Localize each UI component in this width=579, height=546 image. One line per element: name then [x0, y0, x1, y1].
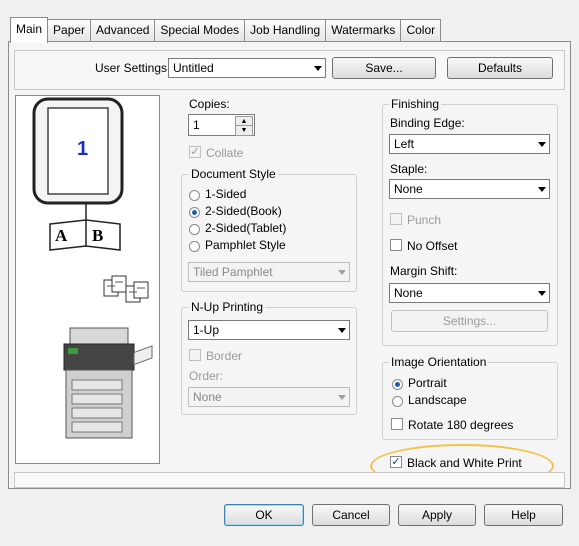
order-label: Order: — [189, 369, 224, 383]
margin-shift-label: Margin Shift: — [390, 264, 458, 278]
copies-value: 1 — [193, 118, 200, 132]
tab-main[interactable]: Main — [10, 17, 49, 43]
collate-checkbox[interactable]: ✓ — [189, 146, 201, 158]
binding-edge-label: Binding Edge: — [390, 116, 465, 130]
finishing-settings-button[interactable]: Settings... — [391, 310, 548, 332]
bw-print-label: Black and White Print — [407, 456, 522, 470]
binding-edge-value: Left — [394, 137, 415, 151]
radio-2-sided-tablet[interactable] — [189, 224, 200, 235]
finishing-label: Finishing — [389, 97, 442, 111]
radio-1-sided[interactable] — [189, 190, 200, 201]
cancel-button[interactable]: Cancel — [312, 504, 390, 526]
tab-advanced[interactable]: Advanced — [90, 19, 156, 41]
chevron-down-icon — [538, 142, 546, 147]
bw-print-checkbox[interactable]: ✓ — [390, 456, 402, 468]
margin-shift-select[interactable]: None — [389, 283, 550, 303]
chevron-down-icon — [314, 66, 322, 71]
order-select[interactable]: None — [188, 387, 350, 407]
nup-select[interactable]: 1-Up — [188, 320, 350, 340]
order-value: None — [193, 390, 222, 404]
print-preview-pane: 1 A B — [15, 95, 160, 464]
save-button[interactable]: Save... — [332, 57, 436, 79]
user-settings-select[interactable]: Untitled — [168, 58, 326, 78]
apply-button[interactable]: Apply — [398, 504, 476, 526]
document-style-label: Document Style — [189, 167, 278, 181]
tab-strip: Main Paper Advanced Special Modes Job Ha… — [10, 17, 442, 43]
ok-button[interactable]: OK — [224, 504, 304, 526]
landscape-label: Landscape — [408, 393, 467, 407]
nup-printing-label: N-Up Printing — [189, 300, 266, 314]
collate-label: Collate — [206, 146, 244, 160]
radio-1-sided-label: 1-Sided — [205, 187, 247, 201]
spin-down-icon[interactable]: ▼ — [235, 125, 253, 136]
tab-job-handling[interactable]: Job Handling — [244, 19, 327, 41]
preview-page-number: 1 — [77, 138, 89, 160]
portrait-label: Portrait — [408, 376, 447, 390]
radio-pamphlet-style-label: Pamphlet Style — [205, 238, 286, 252]
punch-label: Punch — [407, 213, 442, 227]
radio-2-sided-book-label: 2-Sided(Book) — [205, 204, 282, 218]
chevron-down-icon — [338, 328, 346, 333]
no-offset-checkbox[interactable] — [390, 239, 402, 251]
user-settings-value: Untitled — [173, 61, 214, 75]
border-checkbox[interactable] — [189, 349, 201, 361]
pamphlet-style-value: Tiled Pamphlet — [193, 265, 273, 279]
chevron-down-icon — [538, 187, 546, 192]
defaults-button[interactable]: Defaults — [447, 57, 553, 79]
radio-portrait[interactable] — [392, 379, 403, 390]
staple-select[interactable]: None — [389, 179, 550, 199]
tab-color[interactable]: Color — [400, 19, 442, 41]
staple-label: Staple: — [390, 162, 428, 176]
rotate-180-label: Rotate 180 degrees — [408, 418, 514, 432]
radio-2-sided-book[interactable] — [189, 207, 200, 218]
margin-shift-value: None — [394, 286, 423, 300]
radio-landscape[interactable] — [392, 396, 403, 407]
radio-2-sided-tablet-label: 2-Sided(Tablet) — [205, 221, 287, 235]
punch-checkbox[interactable] — [390, 213, 402, 225]
printer-icon — [63, 327, 153, 439]
rotate-180-checkbox[interactable] — [391, 418, 403, 430]
user-settings-label: User Settings: — [95, 61, 171, 75]
tab-special-modes[interactable]: Special Modes — [154, 19, 246, 41]
copies-spinbox[interactable]: 1 ▲ ▼ — [188, 114, 255, 136]
radio-pamphlet-style[interactable] — [189, 241, 200, 252]
book-left-letter: A — [55, 226, 68, 245]
tab-watermarks[interactable]: Watermarks — [325, 19, 402, 41]
help-button[interactable]: Help — [484, 504, 563, 526]
chevron-down-icon — [538, 291, 546, 296]
no-offset-label: No Offset — [407, 239, 458, 253]
chevron-down-icon — [338, 395, 346, 400]
binding-edge-select[interactable]: Left — [389, 134, 550, 154]
copies-label: Copies: — [189, 97, 230, 111]
pamphlet-style-select[interactable]: Tiled Pamphlet — [188, 262, 350, 282]
book-right-letter: B — [92, 226, 104, 245]
pamphlet-pages-icon — [103, 275, 149, 303]
tab-paper[interactable]: Paper — [47, 19, 92, 41]
status-strip — [14, 472, 565, 488]
chevron-down-icon — [338, 270, 346, 275]
nup-value: 1-Up — [193, 323, 220, 337]
image-orientation-label: Image Orientation — [389, 355, 489, 369]
staple-value: None — [394, 182, 423, 196]
border-label: Border — [206, 349, 243, 363]
